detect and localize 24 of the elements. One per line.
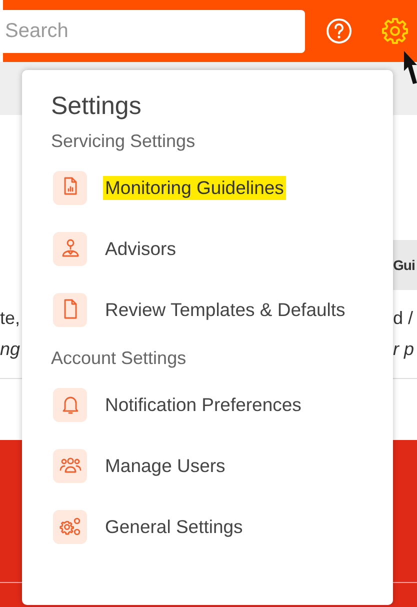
menu-item[interactable]: Monitoring Guidelines: [103, 176, 286, 200]
menu-item[interactable]: Manage Users: [103, 454, 228, 478]
menu-item[interactable]: Review Templates & Defaults: [103, 298, 348, 322]
person-icon: [53, 232, 87, 266]
pointer-icon: [403, 50, 417, 84]
column-header: Gui: [393, 240, 417, 290]
text-fragment: r p: [393, 339, 416, 360]
gears-icon: [53, 510, 87, 544]
users-icon: [53, 448, 87, 482]
text-fragment: d /: [393, 308, 414, 329]
document-icon: [53, 292, 87, 326]
menu-title: Settings: [51, 92, 142, 121]
bell-icon: [53, 388, 87, 422]
menu-item[interactable]: Notification Preferences: [103, 392, 304, 416]
section-heading: Account Settings: [51, 348, 188, 369]
section-heading: Servicing Settings: [51, 131, 196, 152]
menu-item[interactable]: General Settings: [103, 514, 245, 538]
help-icon[interactable]: [326, 18, 352, 44]
text-fragment: ng: [0, 339, 20, 360]
chart-document-icon: [53, 170, 87, 204]
search-field[interactable]: Search: [3, 10, 305, 52]
settings-icon[interactable]: [381, 17, 409, 45]
menu-item[interactable]: Advisors: [103, 236, 178, 260]
text-fragment: te,: [0, 308, 20, 329]
